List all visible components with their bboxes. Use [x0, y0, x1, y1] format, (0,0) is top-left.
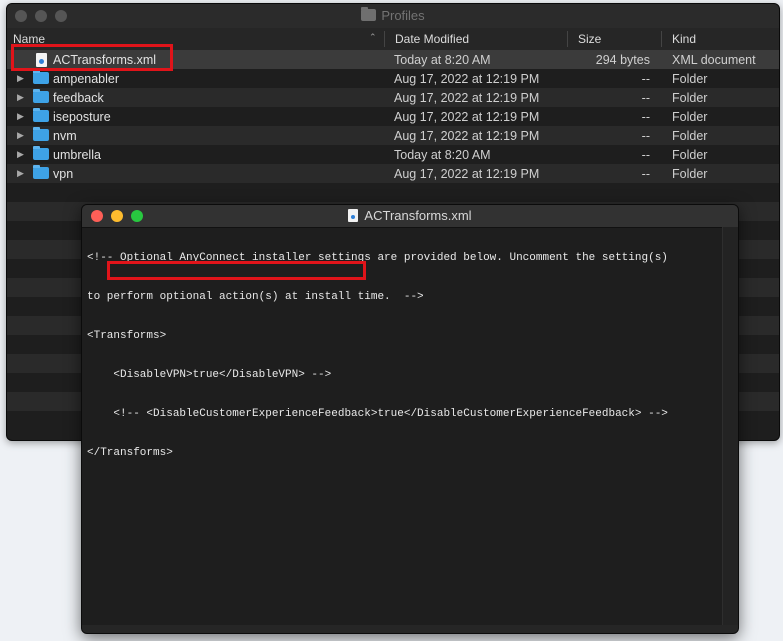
empty-row: [7, 183, 779, 202]
file-name: ampenabler: [53, 72, 120, 86]
column-header-bar: Name ⌃ Date Modified Size Kind: [7, 28, 779, 51]
code-line: to perform optional action(s) at install…: [87, 291, 424, 303]
file-date: Aug 17, 2022 at 12:19 PM: [394, 110, 540, 124]
file-size: --: [641, 129, 650, 143]
text-editor-content[interactable]: <!-- Optional AnyConnect installer setti…: [87, 226, 720, 623]
file-name: feedback: [53, 91, 104, 105]
list-item-actransforms[interactable]: ACTransforms.xml Today at 8:20 AM 294 by…: [7, 50, 779, 69]
file-kind: Folder: [672, 91, 708, 105]
code-line: <!-- Optional AnyConnect installer setti…: [87, 252, 668, 264]
column-header-size[interactable]: Size: [578, 32, 601, 46]
editor-titlebar: ACTransforms.xml: [82, 205, 738, 228]
folder-icon: [361, 7, 377, 21]
editor-window-title: ACTransforms.xml: [82, 208, 738, 223]
file-size: --: [641, 148, 650, 162]
file-size: --: [641, 167, 650, 181]
file-name: iseposture: [53, 110, 111, 124]
finder-window-title: Profiles: [7, 7, 779, 23]
disclosure-triangle-icon[interactable]: ▶: [17, 168, 24, 179]
sort-chevron-up-icon: ⌃: [369, 32, 377, 42]
file-kind: Folder: [672, 110, 708, 124]
disclosure-triangle-icon[interactable]: ▶: [17, 130, 24, 141]
list-item-feedback[interactable]: ▶ feedback Aug 17, 2022 at 12:19 PM -- F…: [7, 88, 779, 107]
folder-icon: [33, 127, 49, 141]
file-kind: Folder: [672, 129, 708, 143]
column-divider[interactable]: [661, 31, 662, 47]
horizontal-scrollbar[interactable]: [82, 625, 738, 633]
file-size: 294 bytes: [595, 53, 650, 67]
folder-icon: [33, 146, 49, 160]
code-line: <DisableVPN>true</DisableVPN> -->: [87, 369, 332, 381]
text-editor-window: ACTransforms.xml <!-- Optional AnyConnec…: [81, 204, 739, 634]
file-date: Aug 17, 2022 at 12:19 PM: [394, 91, 540, 105]
list-item-ampenabler[interactable]: ▶ ampenabler Aug 17, 2022 at 12:19 PM --…: [7, 69, 779, 88]
file-date: Aug 17, 2022 at 12:19 PM: [394, 167, 540, 181]
vertical-scrollbar[interactable]: [722, 227, 738, 625]
file-kind: Folder: [672, 72, 708, 86]
file-kind: XML document: [672, 53, 756, 67]
list-item-nvm[interactable]: ▶ nvm Aug 17, 2022 at 12:19 PM -- Folder: [7, 126, 779, 145]
list-item-iseposture[interactable]: ▶ iseposture Aug 17, 2022 at 12:19 PM --…: [7, 107, 779, 126]
file-size: --: [641, 72, 650, 86]
disclosure-triangle-icon[interactable]: ▶: [17, 92, 24, 103]
xml-file-icon: [36, 53, 47, 67]
disclosure-triangle-icon[interactable]: ▶: [17, 111, 24, 122]
column-header-kind[interactable]: Kind: [672, 32, 696, 46]
file-name: umbrella: [53, 148, 101, 162]
folder-icon: [33, 70, 49, 84]
file-date: Aug 17, 2022 at 12:19 PM: [394, 129, 540, 143]
list-item-vpn[interactable]: ▶ vpn Aug 17, 2022 at 12:19 PM -- Folder: [7, 164, 779, 183]
finder-titlebar: Profiles: [7, 4, 779, 28]
file-name: vpn: [53, 167, 74, 181]
column-divider[interactable]: [567, 31, 568, 47]
xml-file-icon: [348, 209, 359, 222]
disclosure-triangle-icon[interactable]: ▶: [17, 149, 24, 160]
folder-icon: [33, 108, 49, 122]
file-date: Today at 8:20 AM: [394, 148, 491, 162]
folder-icon: [33, 165, 49, 179]
column-divider[interactable]: [384, 31, 385, 47]
code-line: <Transforms>: [87, 330, 167, 342]
file-kind: Folder: [672, 148, 708, 162]
code-line: </Transforms>: [87, 447, 173, 459]
file-date: Today at 8:20 AM: [394, 53, 491, 67]
file-size: --: [641, 110, 650, 124]
file-name: nvm: [53, 129, 77, 143]
column-header-name[interactable]: Name: [13, 32, 45, 46]
file-name: ACTransforms.xml: [53, 53, 157, 67]
code-line: <!-- <DisableCustomerExperienceFeedback>…: [87, 408, 668, 420]
file-kind: Folder: [672, 167, 708, 181]
disclosure-triangle-icon[interactable]: ▶: [17, 73, 24, 84]
file-size: --: [641, 91, 650, 105]
column-header-date[interactable]: Date Modified: [395, 32, 469, 46]
file-date: Aug 17, 2022 at 12:19 PM: [394, 72, 540, 86]
list-item-umbrella[interactable]: ▶ umbrella Today at 8:20 AM -- Folder: [7, 145, 779, 164]
folder-icon: [33, 89, 49, 103]
